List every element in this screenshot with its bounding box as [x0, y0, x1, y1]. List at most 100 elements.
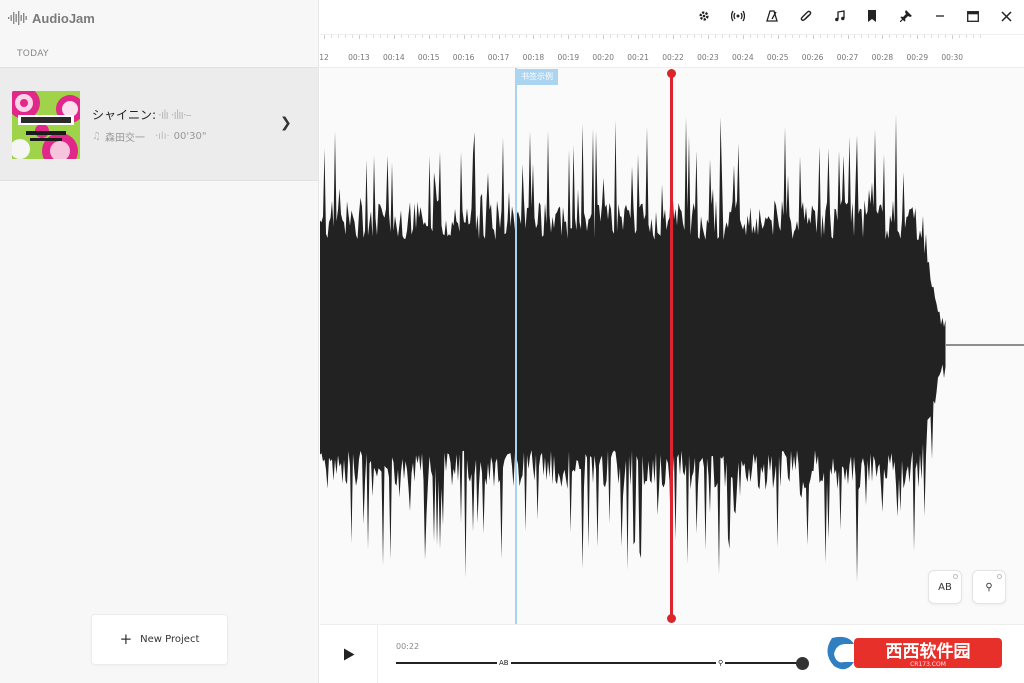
time-ruler[interactable]: 12 00:13 00:14 00:15 00:16 00:17 00:18 00:19 00:… — [319, 34, 1024, 68]
ruler-minor-tick — [512, 35, 514, 38]
ruler-label: 00:22 — [662, 53, 684, 62]
ruler-minor-tick — [477, 35, 479, 38]
ruler-label: 00:16 — [452, 53, 475, 62]
ruler-minor-tick — [826, 35, 828, 38]
gear-icon[interactable] — [696, 8, 712, 24]
track-title-text: シャイニン: — [92, 108, 157, 122]
ruler-tick — [358, 35, 360, 39]
plus-icon: + — [119, 630, 133, 648]
ruler-label: 00:25 — [766, 53, 789, 62]
progress-knob[interactable] — [796, 657, 809, 670]
pin-icon[interactable] — [898, 8, 914, 24]
album-cover — [12, 91, 80, 159]
ruler-label: 00:28 — [871, 53, 894, 62]
ruler-tick — [952, 35, 954, 39]
section-label-today: TODAY — [17, 49, 49, 59]
playhead-line[interactable] — [670, 73, 673, 619]
ruler-minor-tick — [351, 35, 353, 38]
app-name: AudioJam — [32, 10, 95, 26]
ruler-minor-tick — [624, 35, 626, 38]
current-time: 00:22 — [396, 642, 420, 651]
ruler-minor-tick — [875, 35, 877, 38]
ruler-label: 00:15 — [417, 53, 440, 62]
ruler-minor-tick — [540, 35, 542, 38]
ruler-minor-tick — [735, 35, 737, 38]
ruler-minor-tick — [896, 35, 898, 38]
ruler-minor-tick — [610, 35, 612, 38]
app-brand: AudioJam — [8, 9, 95, 27]
ab-loop-button[interactable]: AB — [928, 570, 962, 604]
music-note-icon[interactable] — [832, 8, 848, 24]
watermark-text: 西西软件园 — [886, 641, 971, 662]
marker-pin-indicator — [997, 574, 1002, 579]
audiojam-logo-icon — [8, 11, 28, 25]
ruler-minor-tick — [365, 35, 367, 38]
ruler-minor-tick — [868, 35, 870, 38]
ruler-minor-tick — [910, 35, 912, 38]
progress-track[interactable] — [396, 662, 804, 664]
minimize-icon[interactable] — [932, 8, 948, 24]
ruler-tick — [707, 35, 709, 39]
sidebar: AudioJam TODAY シャイニン: ·ılı ·ılıı·– ♫ 森田交… — [0, 0, 319, 683]
track-artist: 森田交一 — [104, 133, 145, 144]
ruler-label: 00:13 — [348, 53, 370, 62]
ruler-minor-tick — [854, 35, 856, 38]
ruler-minor-tick — [959, 35, 961, 38]
ruler-minor-tick — [456, 35, 458, 38]
ruler-tick — [777, 35, 779, 39]
ab-marker[interactable]: AB — [497, 657, 511, 669]
marker-pin-button[interactable]: ⚲ — [972, 570, 1006, 604]
ruler-tick — [463, 35, 465, 39]
playhead-bottom-handle[interactable] — [667, 614, 676, 623]
ruler-minor-tick — [679, 35, 681, 38]
paperclip-icon[interactable] — [798, 8, 814, 24]
ruler-minor-tick — [763, 35, 765, 38]
ruler-minor-tick — [631, 35, 633, 38]
chevron-right-icon[interactable]: ❯ — [280, 115, 292, 131]
maximize-icon[interactable] — [965, 8, 981, 24]
ruler-minor-tick — [728, 35, 730, 38]
broadcast-icon[interactable] — [730, 8, 746, 24]
ruler-minor-tick — [700, 35, 702, 38]
ruler-minor-tick — [386, 35, 388, 38]
ruler-minor-tick — [966, 35, 968, 38]
ruler-minor-tick — [805, 35, 807, 38]
ruler-label: 00:23 — [697, 53, 719, 62]
ruler-tick — [673, 35, 674, 39]
ruler-minor-tick — [449, 35, 451, 38]
play-button[interactable] — [320, 625, 378, 683]
ruler-tick — [917, 35, 919, 39]
new-project-button[interactable]: + New Project — [91, 614, 228, 665]
bookmark-line[interactable] — [515, 68, 517, 624]
ruler-tick — [603, 35, 605, 39]
ruler-tick — [498, 35, 500, 39]
waveform-area[interactable]: 书签示例 AB ⚲ — [320, 68, 1024, 624]
pin-marker[interactable]: ⚲ — [716, 657, 726, 669]
ruler-label: 00:27 — [836, 53, 859, 62]
ruler-minor-tick — [414, 35, 416, 38]
bookmark-label[interactable]: 书签示例 — [516, 69, 558, 85]
ruler-minor-tick — [945, 35, 947, 38]
bookmark-icon[interactable] — [864, 8, 880, 24]
ruler-minor-tick — [526, 35, 528, 38]
metronome-icon[interactable] — [764, 8, 780, 24]
ruler-minor-tick — [519, 35, 521, 38]
close-icon[interactable] — [998, 8, 1014, 24]
ruler-tick — [324, 35, 325, 39]
ruler-label: 00:18 — [522, 53, 545, 62]
artist-icon: ♫ — [92, 131, 101, 142]
ruler-minor-tick — [840, 35, 842, 38]
ruler-label: 00:14 — [382, 53, 405, 62]
ruler-tick — [393, 35, 395, 39]
waveform-small-icon: ·ılı· — [154, 131, 170, 142]
playhead-top-handle[interactable] — [667, 69, 676, 78]
project-list-item[interactable]: シャイニン: ·ılı ·ılıı·– ♫ 森田交一 ·ılı· 00'30" ❯ — [0, 67, 318, 181]
ruler-label: 00:19 — [557, 53, 580, 62]
ruler-tick — [428, 35, 430, 39]
ruler-tick — [533, 35, 535, 39]
track-title: シャイニン: ·ılı ·ılıı·– — [92, 106, 192, 123]
ruler-minor-tick — [889, 35, 891, 38]
ruler-label: 00:29 — [906, 53, 929, 62]
ruler-minor-tick — [372, 35, 374, 38]
ruler-minor-tick — [337, 35, 339, 38]
